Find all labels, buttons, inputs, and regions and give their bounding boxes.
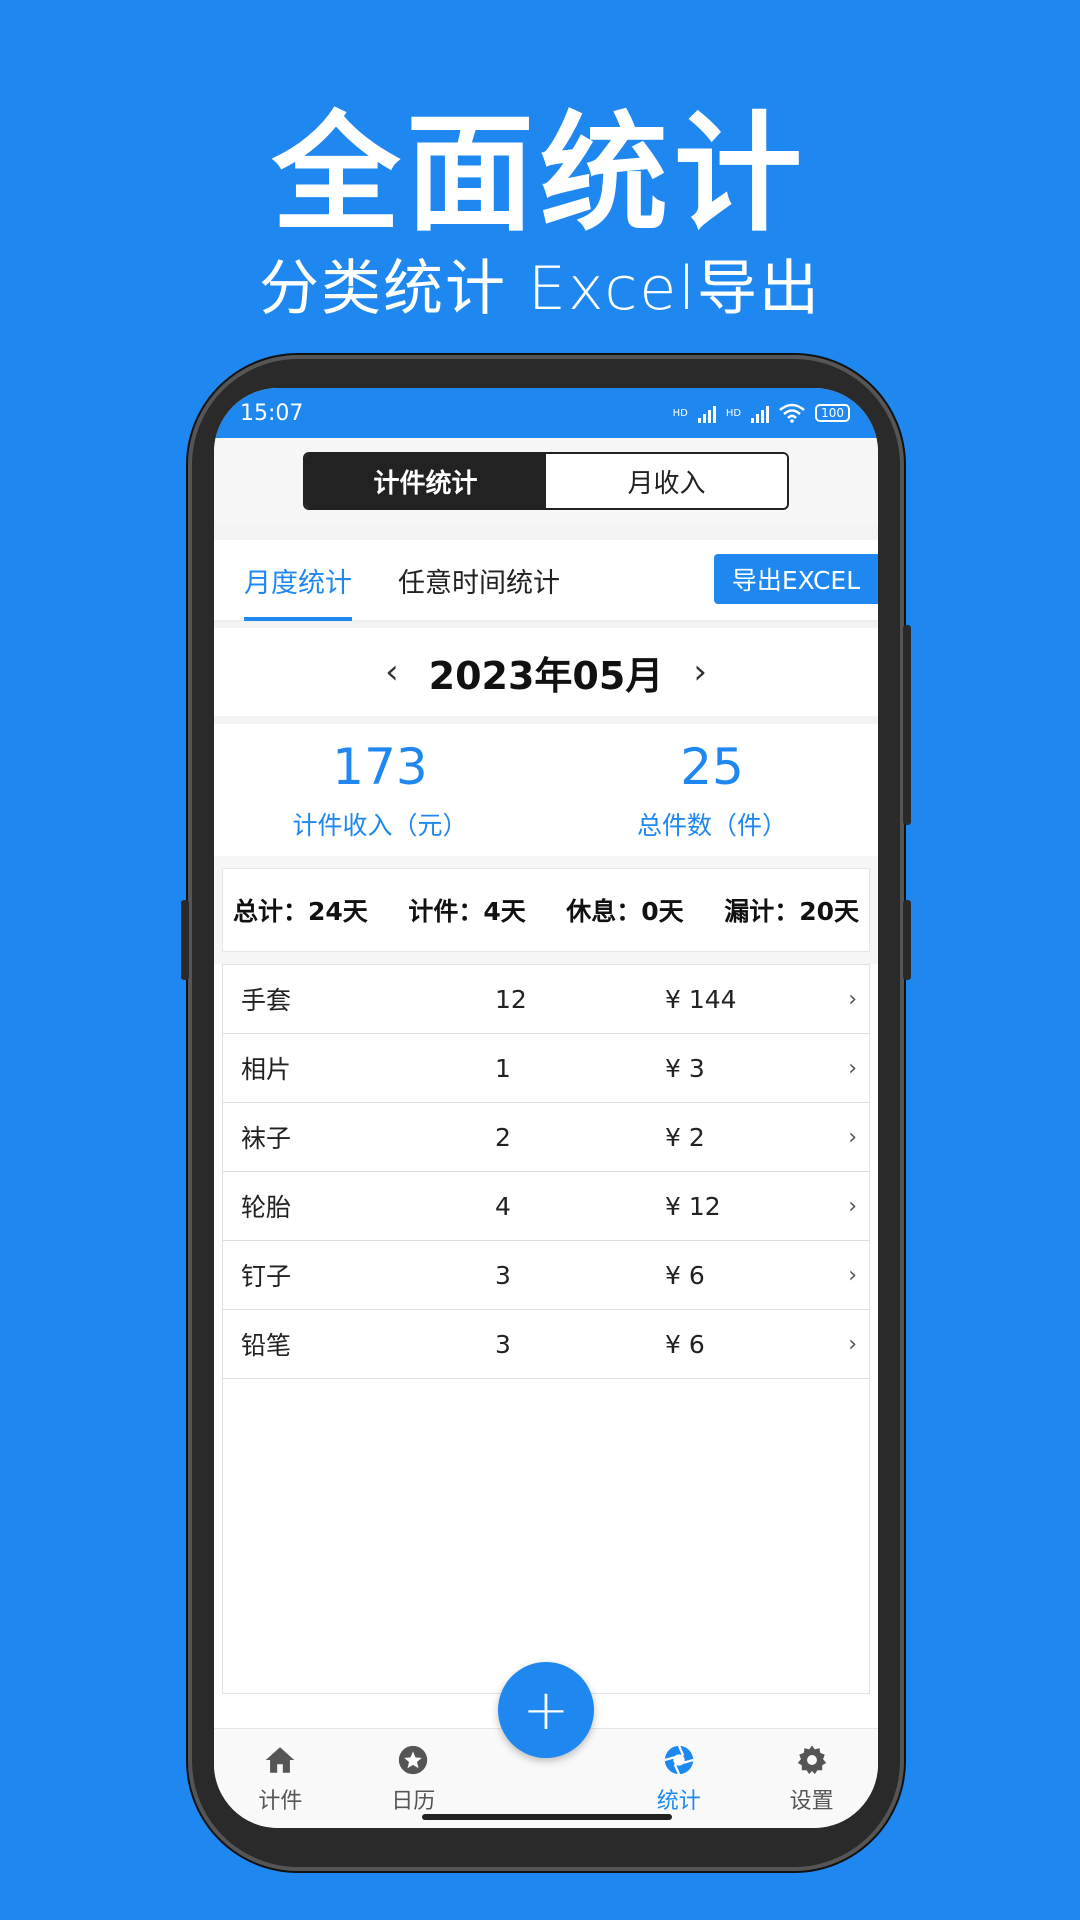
income-value: 173: [332, 738, 428, 796]
month-selector: ‹ 2023年05月 ›: [214, 628, 878, 716]
stat-total-days: 总计：24天: [233, 897, 368, 926]
wifi-icon: [779, 403, 805, 423]
item-name: 相片: [241, 1055, 292, 1084]
add-button[interactable]: +: [498, 1662, 594, 1758]
day-stats: 总计：24天 计件：4天 休息：0天 漏计：20天: [222, 868, 870, 952]
status-time: 15:07: [240, 400, 304, 426]
prev-month-button[interactable]: ‹: [385, 652, 399, 692]
phone-side-button: [903, 625, 911, 825]
segment-piece-count[interactable]: 计件统计: [305, 454, 546, 508]
stat-counted-days: 计件：4天: [408, 897, 526, 926]
item-name: 铅笔: [241, 1331, 292, 1360]
item-amount: ¥ 3: [665, 1053, 705, 1083]
chevron-right-icon: ›: [848, 1124, 857, 1150]
hd-label: HD: [672, 407, 688, 419]
item-name: 轮胎: [241, 1193, 292, 1222]
stat-missed-days: 漏计：20天: [724, 897, 859, 926]
phone-screen: 15:07 HD HD 100 计件统计 月收入 月度统计 任意时间统计 导出E…: [214, 388, 878, 1828]
segment-control: 计件统计 月收入: [303, 452, 789, 510]
nav-label: 统计: [656, 1788, 701, 1814]
item-amount: ¥ 6: [665, 1329, 705, 1359]
nav-label: 日历: [391, 1788, 436, 1814]
tab-monthly[interactable]: 月度统计: [244, 539, 352, 621]
hd-label: HD: [725, 407, 742, 419]
count-value: 25: [680, 738, 744, 796]
item-qty: 12: [495, 984, 527, 1014]
count-label: 总件数（件）: [636, 811, 787, 840]
summary-panel: 173 计件收入（元） 25 总件数（件）: [214, 716, 878, 856]
item-qty: 3: [495, 1329, 511, 1359]
gear-icon: [797, 1745, 826, 1774]
item-amount: ¥ 12: [665, 1191, 721, 1221]
item-name: 钉子: [241, 1262, 292, 1291]
list-item[interactable]: 手套 12 ¥ 144 ›: [223, 965, 869, 1034]
phone-side-button: [903, 900, 911, 980]
item-name: 袜子: [241, 1124, 292, 1153]
income-summary: 173 计件收入（元）: [214, 724, 546, 856]
list-item[interactable]: 相片 1 ¥ 3 ›: [223, 1034, 869, 1103]
nav-label: 计件: [258, 1788, 303, 1814]
list-item[interactable]: 铅笔 3 ¥ 6 ›: [223, 1310, 869, 1379]
item-name: 手套: [241, 986, 292, 1015]
aperture-icon: [664, 1744, 694, 1775]
stats-wrap: 总计：24天 计件：4天 休息：0天 漏计：20天: [214, 856, 878, 964]
nav-item-settings[interactable]: 设置: [745, 1729, 878, 1828]
home-icon: [266, 1746, 295, 1773]
chevron-right-icon: ›: [848, 1262, 857, 1288]
list-item[interactable]: 轮胎 4 ¥ 12 ›: [223, 1172, 869, 1241]
nav-item-count[interactable]: 计件: [214, 1729, 347, 1828]
nav-label: 设置: [789, 1788, 834, 1814]
phone-side-button: [181, 900, 189, 980]
star-circle-icon: [399, 1745, 428, 1774]
next-month-button[interactable]: ›: [693, 652, 707, 692]
item-amount: ¥ 144: [665, 984, 737, 1014]
chevron-right-icon: ›: [848, 1331, 857, 1357]
export-excel-button[interactable]: 导出EXCEL: [714, 554, 878, 604]
tab-custom-range[interactable]: 任意时间统计: [398, 539, 560, 621]
battery-icon: 100: [815, 404, 850, 422]
month-label: 2023年05月: [428, 653, 664, 698]
item-amount: ¥ 2: [665, 1122, 705, 1152]
income-label: 计件收入（元）: [292, 811, 468, 840]
stat-rest-days: 休息：0天: [566, 897, 684, 926]
home-indicator: [422, 1814, 672, 1820]
list-item[interactable]: 袜子 2 ¥ 2 ›: [223, 1103, 869, 1172]
chevron-right-icon: ›: [848, 1055, 857, 1081]
signal-icon: [751, 403, 770, 423]
chevron-right-icon: ›: [848, 986, 857, 1012]
signal-icon: [697, 403, 716, 423]
item-amount: ¥ 6: [665, 1260, 705, 1290]
status-bar: 15:07 HD HD 100: [214, 388, 878, 438]
count-summary: 25 总件数（件）: [546, 724, 878, 856]
divider: [214, 524, 878, 540]
item-list: 手套 12 ¥ 144 › 相片 1 ¥ 3 › 袜子 2 ¥ 2 › 轮胎 4…: [222, 964, 870, 1694]
item-qty: 4: [495, 1191, 511, 1221]
segment-monthly-income[interactable]: 月收入: [546, 454, 787, 508]
list-item[interactable]: 钉子 3 ¥ 6 ›: [223, 1241, 869, 1310]
tab-bar: 月度统计 任意时间统计 导出EXCEL: [214, 540, 878, 622]
item-qty: 2: [495, 1122, 511, 1152]
item-qty: 1: [495, 1053, 511, 1083]
chevron-right-icon: ›: [848, 1193, 857, 1219]
item-qty: 3: [495, 1260, 511, 1290]
segment-bar: 计件统计 月收入: [214, 438, 878, 524]
promo-subline: 分类统计 Excel导出: [258, 254, 821, 324]
promo-headline: 全面统计: [271, 100, 808, 249]
